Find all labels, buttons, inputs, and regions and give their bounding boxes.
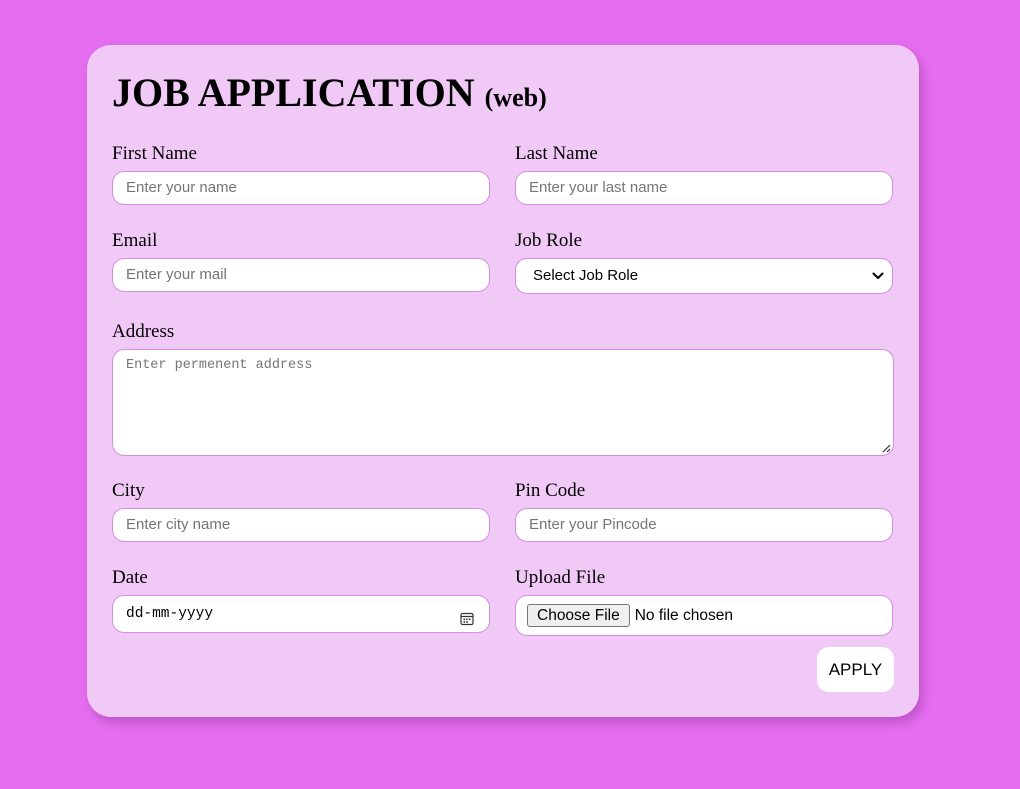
title-text: JOB APPLICATION xyxy=(112,70,475,115)
upload-group: Upload File Choose File No file chosen xyxy=(515,567,893,636)
application-card: JOB APPLICATION (web) First Name Enter y… xyxy=(87,45,919,717)
address-placeholder: Enter permenent address xyxy=(126,358,313,373)
date-label: Date xyxy=(112,567,148,588)
job-role-group: Job Role Select Job Role xyxy=(515,230,893,294)
date-input[interactable]: dd-mm-yyyy xyxy=(112,595,490,633)
file-status-text: No file chosen xyxy=(634,606,733,624)
title-subtitle: (web) xyxy=(484,83,547,112)
address-label: Address xyxy=(112,321,175,342)
date-placeholder: dd-mm-yyyy xyxy=(126,606,214,622)
city-input[interactable]: Enter city name xyxy=(112,508,490,542)
pin-code-group: Pin Code Enter your Pincode xyxy=(515,480,893,542)
chevron-down-icon xyxy=(870,259,886,293)
city-label: City xyxy=(112,480,145,501)
job-role-selected-value: Select Job Role xyxy=(533,267,639,284)
job-role-select[interactable]: Select Job Role xyxy=(515,258,893,294)
first-name-label: First Name xyxy=(112,143,197,164)
email-input[interactable]: Enter your mail xyxy=(112,258,490,292)
page-title: JOB APPLICATION (web) xyxy=(112,69,547,117)
job-role-label: Job Role xyxy=(515,230,583,251)
last-name-group: Last Name Enter your last name xyxy=(515,143,893,205)
city-group: City Enter city name xyxy=(112,480,490,542)
pin-code-label: Pin Code xyxy=(515,480,586,501)
calendar-icon[interactable] xyxy=(459,606,475,626)
email-group: Email Enter your mail xyxy=(112,230,490,292)
email-label: Email xyxy=(112,230,158,251)
date-group: Date dd-mm-yyyy xyxy=(112,567,490,633)
first-name-input[interactable]: Enter your name xyxy=(112,171,490,205)
first-name-group: First Name Enter your name xyxy=(112,143,490,205)
address-group: Address Enter permenent address xyxy=(112,321,894,456)
address-textarea[interactable]: Enter permenent address xyxy=(112,349,894,456)
resize-handle-icon[interactable] xyxy=(881,443,891,453)
last-name-input[interactable]: Enter your last name xyxy=(515,171,893,205)
pin-code-input[interactable]: Enter your Pincode xyxy=(515,508,893,542)
upload-label: Upload File xyxy=(515,567,606,588)
file-upload-input: Choose File No file chosen xyxy=(515,595,893,636)
last-name-label: Last Name xyxy=(515,143,598,164)
choose-file-button[interactable]: Choose File xyxy=(527,604,630,627)
apply-button[interactable]: APPLY xyxy=(817,647,894,692)
